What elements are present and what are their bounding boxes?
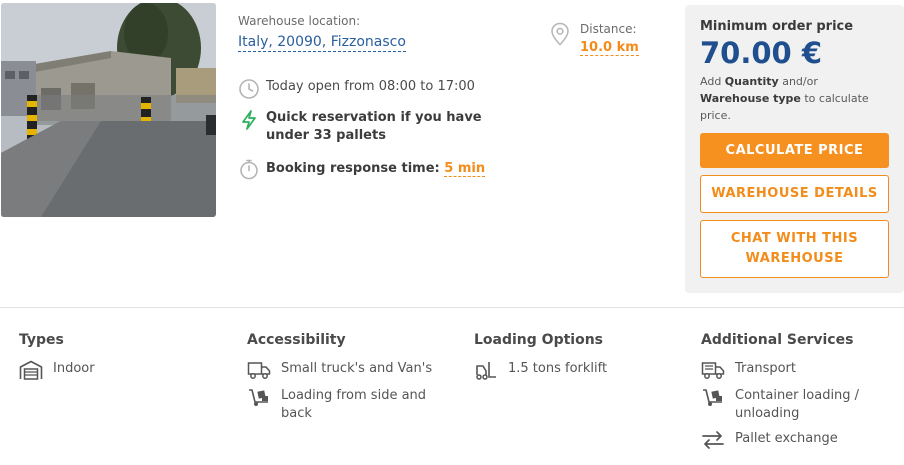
- price-note: Add Quantity and/or Warehouse type to ca…: [700, 75, 869, 122]
- hand-truck-icon: [247, 387, 271, 407]
- loading-item: 1.5 tons forklift: [474, 360, 607, 380]
- accessibility-column: Accessibility Small truck's and Van's Lo…: [247, 332, 432, 430]
- exchange-icon: [701, 430, 725, 450]
- price-panel: Minimum order price 70.00 € Add Quantity…: [685, 5, 904, 293]
- services-title: Additional Services: [701, 332, 854, 348]
- accessibility-item: Small truck's and Van's: [247, 360, 432, 380]
- loading-item-label: 1.5 tons forklift: [508, 361, 608, 376]
- location-label: Warehouse location:: [238, 14, 361, 28]
- services-item-label: Pallet exchange: [735, 431, 838, 446]
- warehouse-photo[interactable]: [1, 3, 216, 217]
- services-item-label: Transport: [735, 361, 797, 376]
- chat-warehouse-button[interactable]: CHAT WITH THIS WAREHOUSE: [700, 220, 889, 278]
- types-column: Types Indoor: [19, 332, 95, 387]
- chat-button-line1: CHAT WITH THIS: [730, 231, 859, 246]
- location-block: Warehouse location: Italy, 20090, Fizzon…: [238, 14, 538, 52]
- hours-row: Today open from 08:00 to 17:00: [238, 78, 475, 100]
- booking-value: 5 min: [444, 161, 486, 177]
- distance-value: 10.0 km: [580, 40, 639, 56]
- hand-truck-icon: [701, 387, 725, 407]
- chat-button-line2: WAREHOUSE: [745, 251, 844, 266]
- types-item-label: Indoor: [53, 361, 95, 376]
- map-pin-icon: [550, 22, 570, 46]
- booking-label: Booking response time:: [266, 161, 440, 176]
- services-item: Transport: [701, 360, 885, 380]
- accessibility-item-label: Loading from side and back: [281, 388, 427, 421]
- services-item: Container loading / unloading: [701, 387, 885, 423]
- accessibility-item-label: Small truck's and Van's: [281, 361, 433, 376]
- calculate-price-button[interactable]: CALCULATE PRICE: [700, 133, 889, 168]
- price-label: Minimum order price: [700, 19, 854, 34]
- stopwatch-icon: [238, 158, 260, 180]
- loading-column: Loading Options 1.5 tons forklift: [474, 332, 607, 387]
- warehouse-details-button[interactable]: WAREHOUSE DETAILS: [700, 175, 889, 213]
- section-divider: [0, 307, 904, 308]
- booking-row: Booking response time: 5 min: [238, 158, 486, 180]
- garage-icon: [19, 360, 43, 380]
- types-title: Types: [19, 332, 64, 348]
- transport-truck-icon: [701, 360, 725, 380]
- truck-icon: [247, 360, 271, 380]
- accessibility-title: Accessibility: [247, 332, 346, 348]
- clock-icon: [238, 78, 260, 100]
- quick-reservation-row: Quick reservation if you have under 33 p…: [238, 109, 526, 145]
- accessibility-item: Loading from side and back: [247, 387, 432, 423]
- distance-label: Distance:: [580, 22, 637, 36]
- loading-title: Loading Options: [474, 332, 604, 348]
- price-value: 70.00 €: [700, 36, 823, 70]
- forklift-icon: [474, 360, 498, 380]
- types-item: Indoor: [19, 360, 95, 380]
- services-item: Pallet exchange: [701, 430, 885, 450]
- lightning-icon: [238, 109, 260, 131]
- hours-text: Today open from 08:00 to 17:00: [266, 79, 475, 94]
- quick-reservation-text: Quick reservation if you have under 33 p…: [266, 110, 482, 143]
- distance-block: Distance: 10.0 km: [550, 22, 639, 56]
- services-column: Additional Services Transport Container …: [701, 332, 885, 457]
- location-link[interactable]: Italy, 20090, Fizzonasco: [238, 34, 406, 52]
- services-item-label: Container loading / unloading: [735, 388, 860, 421]
